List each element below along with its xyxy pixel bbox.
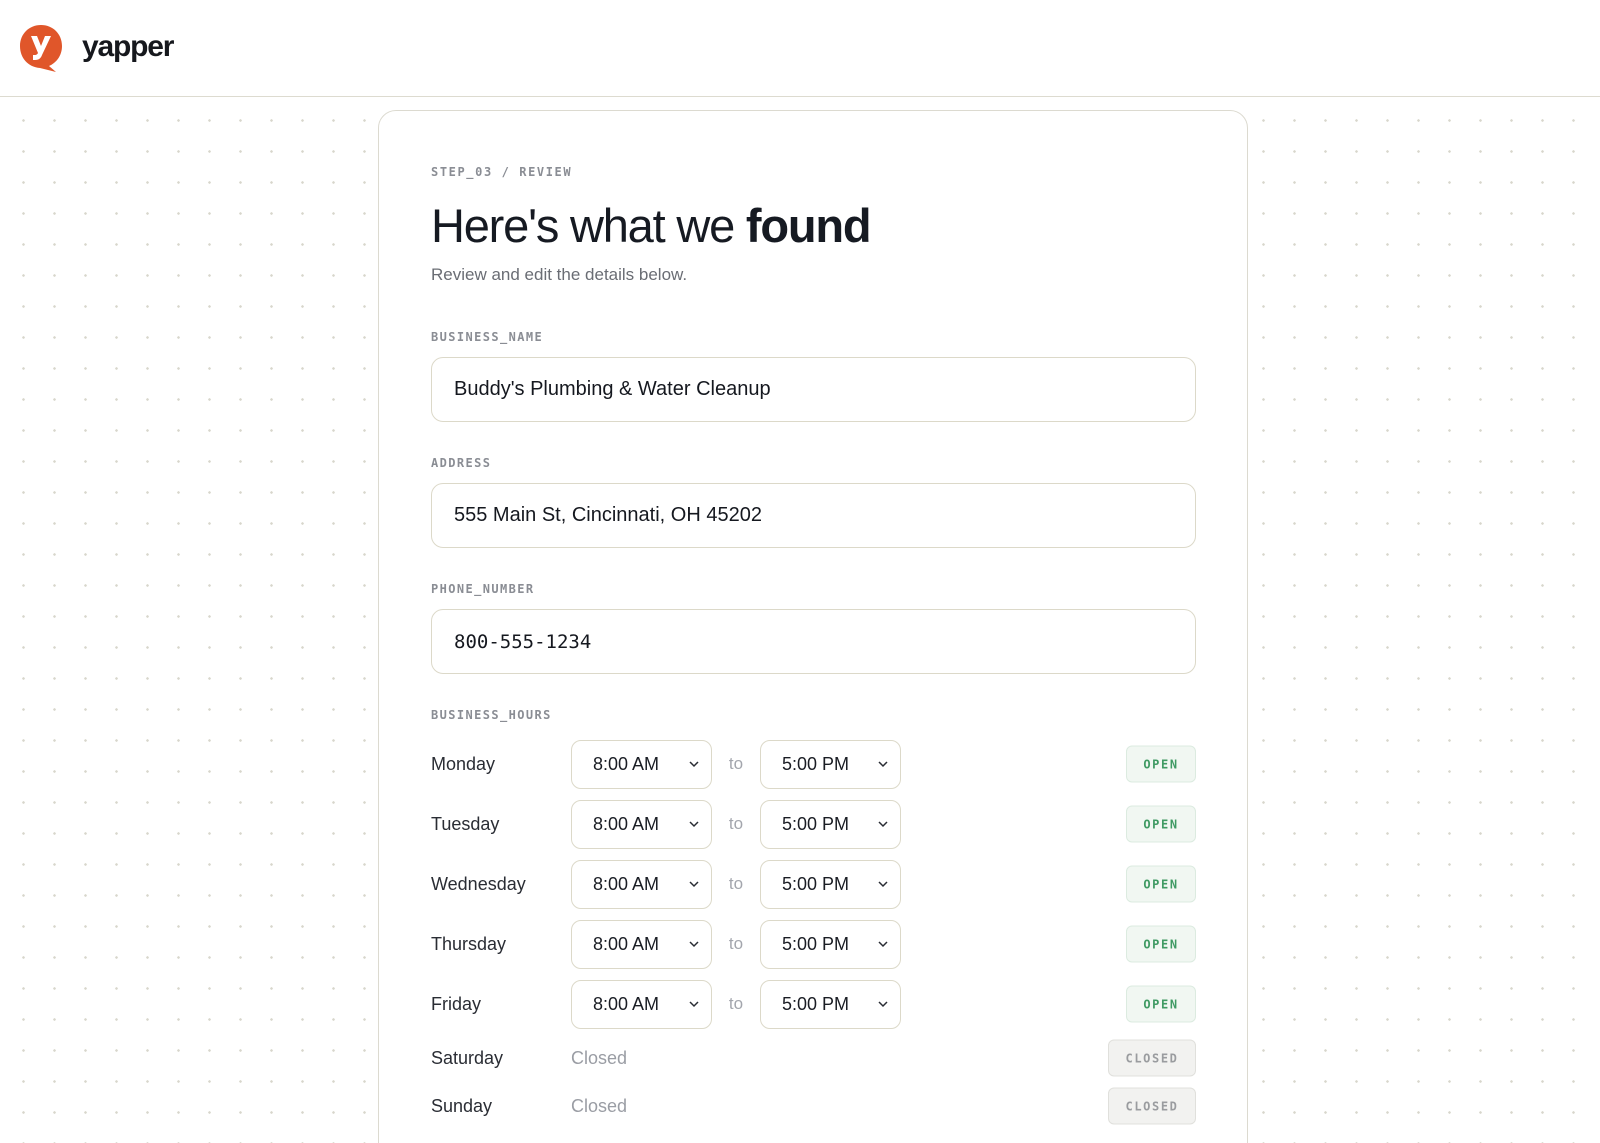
to-separator: to [728, 754, 744, 774]
top-bar: yapper [0, 0, 1600, 97]
day-label: Sunday [431, 1095, 493, 1116]
day-label: Wednesday [431, 873, 526, 894]
open-time-value: 8:00 AM [593, 933, 660, 954]
page-title: Here's what we found [431, 199, 1195, 253]
review-card: STEP_03 / REVIEW Here's what we found Re… [378, 110, 1248, 1143]
open-time-select[interactable]: 8:00 AM [571, 859, 712, 909]
closed-text: Closed [571, 1047, 628, 1068]
day-label: Saturday [431, 1047, 504, 1068]
hours-row-friday: Friday 8:00 AM to 5:00 PM OPEN [431, 974, 1196, 1034]
open-status-toggle[interactable]: OPEN [1126, 805, 1196, 843]
chevron-down-icon [878, 1001, 888, 1007]
close-time-value: 5:00 PM [782, 993, 850, 1014]
hours-row-saturday: Saturday Closed CLOSED [431, 1034, 1196, 1082]
open-status-toggle[interactable]: OPEN [1126, 985, 1196, 1023]
phone-number-input[interactable] [431, 609, 1196, 675]
chevron-down-icon [878, 761, 888, 767]
close-time-value: 5:00 PM [782, 813, 850, 834]
chevron-down-icon [689, 941, 699, 947]
page-title-bold: found [745, 199, 872, 252]
closed-status-toggle[interactable]: CLOSED [1108, 1039, 1196, 1077]
chevron-down-icon [878, 941, 888, 947]
address-input[interactable] [431, 483, 1196, 549]
open-status-toggle[interactable]: OPEN [1126, 865, 1196, 903]
chevron-down-icon [689, 1001, 699, 1007]
hours-row-thursday: Thursday 8:00 AM to 5:00 PM OPEN [431, 914, 1196, 974]
open-time-value: 8:00 AM [593, 873, 660, 894]
close-time-value: 5:00 PM [782, 933, 850, 954]
day-label: Tuesday [431, 813, 500, 834]
chevron-down-icon [878, 821, 888, 827]
day-label: Monday [431, 753, 496, 774]
yapper-logo-icon[interactable] [18, 23, 64, 73]
to-separator: to [728, 934, 744, 954]
chevron-down-icon [689, 821, 699, 827]
open-time-select[interactable]: 8:00 AM [571, 919, 712, 969]
open-status-toggle[interactable]: OPEN [1126, 745, 1196, 783]
address-label: ADDRESS [431, 456, 492, 471]
page-subtitle: Review and edit the details below. [431, 265, 688, 285]
step-indicator: STEP_03 / REVIEW [431, 165, 573, 179]
hours-row-wednesday: Wednesday 8:00 AM to 5:00 PM OPEN [431, 854, 1196, 914]
open-time-select[interactable]: 8:00 AM [571, 799, 712, 849]
chevron-down-icon [878, 881, 888, 887]
chevron-down-icon [689, 761, 699, 767]
close-time-select[interactable]: 5:00 PM [760, 919, 901, 969]
to-separator: to [728, 814, 744, 834]
day-label: Friday [431, 993, 482, 1014]
business-name-input[interactable] [431, 357, 1196, 423]
closed-text: Closed [571, 1095, 628, 1116]
open-time-value: 8:00 AM [593, 813, 660, 834]
close-time-value: 5:00 PM [782, 753, 850, 774]
business-hours-list: Monday 8:00 AM to 5:00 PM OPEN Tuesday 8… [431, 734, 1196, 1130]
chevron-down-icon [689, 881, 699, 887]
phone-number-label: PHONE_NUMBER [431, 582, 535, 597]
to-separator: to [728, 874, 744, 894]
close-time-select[interactable]: 5:00 PM [760, 979, 901, 1029]
business-name-label: BUSINESS_NAME [431, 330, 544, 345]
open-time-value: 8:00 AM [593, 993, 660, 1014]
hours-row-tuesday: Tuesday 8:00 AM to 5:00 PM OPEN [431, 794, 1196, 854]
close-time-select[interactable]: 5:00 PM [760, 739, 901, 789]
business-hours-label: BUSINESS_HOURS [431, 708, 552, 723]
hours-row-monday: Monday 8:00 AM to 5:00 PM OPEN [431, 734, 1196, 794]
open-time-value: 8:00 AM [593, 753, 660, 774]
brand-name[interactable]: yapper [82, 30, 174, 64]
to-separator: to [728, 994, 744, 1014]
hours-row-sunday: Sunday Closed CLOSED [431, 1082, 1196, 1130]
day-label: Thursday [431, 933, 507, 954]
closed-status-toggle[interactable]: CLOSED [1108, 1087, 1196, 1125]
open-time-select[interactable]: 8:00 AM [571, 739, 712, 789]
open-status-toggle[interactable]: OPEN [1126, 925, 1196, 963]
close-time-select[interactable]: 5:00 PM [760, 859, 901, 909]
close-time-select[interactable]: 5:00 PM [760, 799, 901, 849]
page-title-regular: Here's what we [431, 199, 746, 252]
close-time-value: 5:00 PM [782, 873, 850, 894]
open-time-select[interactable]: 8:00 AM [571, 979, 712, 1029]
